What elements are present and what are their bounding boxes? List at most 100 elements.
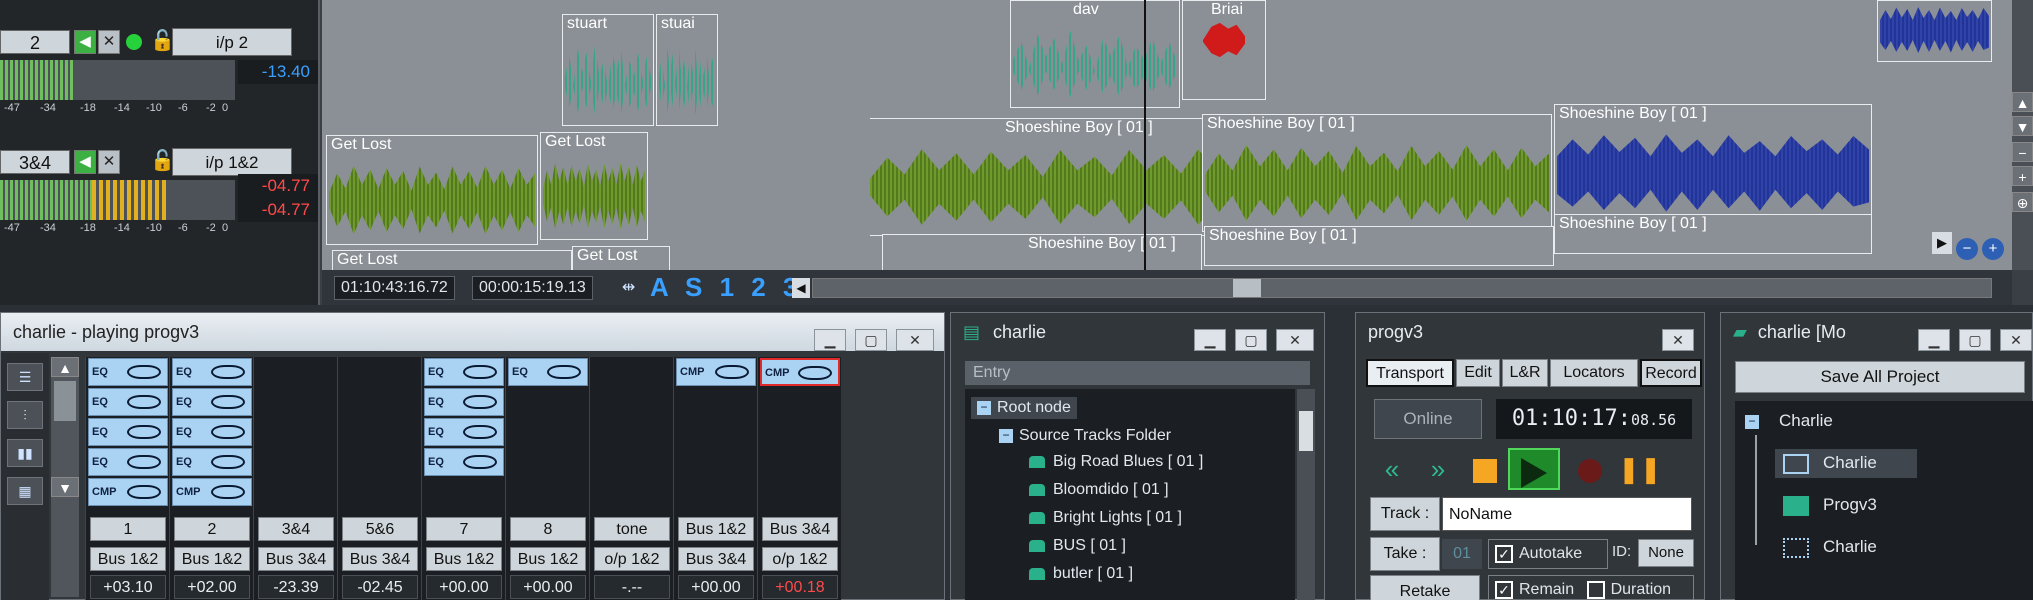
empty-insert-slot[interactable] (592, 478, 672, 506)
tree-item[interactable]: Big Road Blues [ 01 ] (1029, 451, 1203, 473)
lock-icon[interactable]: 🔓 (150, 28, 175, 53)
empty-insert-slot[interactable] (256, 478, 336, 506)
speaker-icon[interactable]: ◀ (74, 30, 96, 54)
play-icon[interactable] (1508, 448, 1560, 490)
channel-output[interactable]: Bus 1&2 (426, 547, 502, 571)
empty-insert-slot[interactable] (340, 418, 420, 446)
vertical-scrollbar[interactable]: ▲ ▼ − + ⊕ (2012, 0, 2033, 270)
empty-insert-slot[interactable] (760, 448, 840, 476)
save-all-project-button[interactable]: Save All Project (1735, 361, 2025, 393)
channel-name[interactable]: 2 (174, 517, 250, 541)
empty-insert-slot[interactable] (340, 358, 420, 386)
check-icon[interactable]: ✓ (1495, 580, 1513, 599)
scroll-down-icon[interactable]: ▼ (51, 477, 79, 497)
tree-item[interactable]: BUS [ 01 ] (1029, 535, 1126, 557)
empty-insert-slot[interactable] (256, 448, 336, 476)
empty-insert-slot[interactable] (592, 448, 672, 476)
entry-input[interactable]: Entry (965, 361, 1310, 385)
zoom-out-icon[interactable]: − (1956, 238, 1978, 260)
empty-insert-slot[interactable] (592, 418, 672, 446)
channel-name[interactable]: 3&4 (258, 517, 334, 541)
maximize-icon[interactable]: ▢ (854, 329, 887, 351)
eq-insert[interactable]: EQ (88, 358, 168, 386)
gain-readout[interactable]: -04.77 (238, 174, 318, 198)
speaker-icon[interactable]: ◀ (74, 150, 96, 174)
window-titlebar[interactable]: progv3 ✕ (1356, 313, 1704, 351)
track-lanes[interactable]: stuart stuai dav Briai Get Lost Get Lost (322, 0, 2012, 280)
input-selector[interactable]: i/p 2 (172, 28, 292, 56)
input-selector[interactable]: i/p 1&2 (172, 148, 292, 176)
compressor-insert[interactable]: CMP (172, 478, 252, 506)
eq-insert[interactable]: EQ (172, 448, 252, 476)
channel-name[interactable]: 5&6 (342, 517, 418, 541)
timecode-length[interactable]: 00:00:15:19.13 (472, 276, 593, 300)
eq-insert[interactable]: EQ (172, 418, 252, 446)
collapse-icon[interactable]: − (977, 400, 991, 415)
close-icon[interactable]: ✕ (896, 329, 934, 351)
empty-insert-slot[interactable] (508, 448, 588, 476)
window-titlebar[interactable]: ▤ charlie ▁ ▢ ✕ (951, 313, 1324, 351)
zoom-reset-icon[interactable]: ⊕ (2012, 192, 2033, 212)
list-view-icon[interactable]: ☰ (7, 363, 43, 391)
hierarchy-item[interactable]: Charlie (1775, 449, 1917, 478)
tree-item[interactable]: Bright Lights [ 01 ] (1029, 507, 1182, 529)
window-titlebar[interactable]: ▰ charlie [Mo ▁ ▢ ✕ (1721, 313, 2032, 351)
tree-item[interactable]: butler [ 01 ] (1029, 563, 1133, 585)
tab-transport[interactable]: Transport (1366, 359, 1454, 387)
minimize-icon[interactable]: ▁ (1917, 329, 1950, 351)
zoom-out-vertical-icon[interactable]: − (2012, 142, 2033, 162)
channel-gain[interactable]: +00.00 (678, 575, 754, 599)
compressor-insert[interactable]: CMP (676, 358, 756, 386)
gain-readout[interactable]: -04.77 (238, 198, 318, 222)
eq-insert[interactable]: EQ (424, 448, 504, 476)
empty-insert-slot[interactable] (760, 388, 840, 416)
audio-clip[interactable]: stuart (562, 14, 654, 126)
collapse-icon[interactable]: − (999, 428, 1013, 443)
scroll-up-icon[interactable]: ▲ (2012, 92, 2033, 112)
tree-scrollbar[interactable] (1297, 389, 1315, 600)
empty-insert-slot[interactable] (256, 358, 336, 386)
audio-clip[interactable]: Shoeshine Boy [ 01 ] (1202, 114, 1552, 232)
empty-insert-slot[interactable] (508, 418, 588, 446)
zoom-in-vertical-icon[interactable]: + (2012, 166, 2033, 186)
channel-output[interactable]: Bus 1&2 (174, 547, 250, 571)
compressor-insert[interactable]: CMP (88, 478, 168, 506)
empty-insert-slot[interactable] (760, 418, 840, 446)
empty-insert-slot[interactable] (676, 478, 756, 506)
eq-insert[interactable]: EQ (424, 418, 504, 446)
channel-name[interactable]: Bus 1&2 (678, 517, 754, 541)
track-number[interactable]: 2 (0, 30, 70, 54)
audio-clip[interactable]: Get Lost (540, 132, 648, 240)
channel-output[interactable]: o/p 1&2 (594, 547, 670, 571)
scroll-down-icon[interactable]: ▼ (2012, 116, 2033, 136)
close-icon[interactable]: ✕ (1662, 329, 1694, 351)
track-name-input[interactable]: NoName (1442, 497, 1692, 531)
rewind-icon[interactable]: « (1372, 448, 1412, 490)
id-selector[interactable]: None (1638, 539, 1694, 567)
pause-icon[interactable]: ❚❚ (1618, 448, 1662, 490)
empty-insert-slot[interactable] (256, 418, 336, 446)
empty-insert-slot[interactable] (676, 418, 756, 446)
tree-folder-node[interactable]: − Source Tracks Folder (999, 425, 1171, 447)
audio-clip[interactable]: Briai (1182, 0, 1266, 100)
empty-insert-slot[interactable] (256, 388, 336, 416)
playhead-cursor[interactable] (1144, 0, 1146, 270)
duration-checkbox[interactable] (1586, 580, 1605, 599)
mute-icon[interactable]: ✕ (98, 150, 120, 174)
channel-name[interactable]: 1 (90, 517, 166, 541)
scroll-left-button[interactable]: ◀ (792, 278, 810, 298)
channel-output[interactable]: Bus 3&4 (678, 547, 754, 571)
scrollbar-thumb[interactable] (54, 381, 76, 421)
horizontal-scrollbar[interactable] (812, 278, 1992, 298)
empty-insert-slot[interactable] (508, 478, 588, 506)
empty-insert-slot[interactable] (508, 388, 588, 416)
eq-insert[interactable]: EQ (172, 388, 252, 416)
eq-insert[interactable]: EQ (424, 388, 504, 416)
close-icon[interactable]: ✕ (2000, 329, 2032, 351)
window-titlebar[interactable]: charlie - playing progv3 ▁ ▢ ✕ (1, 313, 944, 351)
maximize-icon[interactable]: ▢ (1234, 329, 1267, 351)
channel-output[interactable]: Bus 3&4 (342, 547, 418, 571)
empty-insert-slot[interactable] (760, 478, 840, 506)
input-monitor-icon[interactable] (126, 34, 142, 50)
meter-view-icon[interactable]: ▮▮ (7, 439, 43, 467)
